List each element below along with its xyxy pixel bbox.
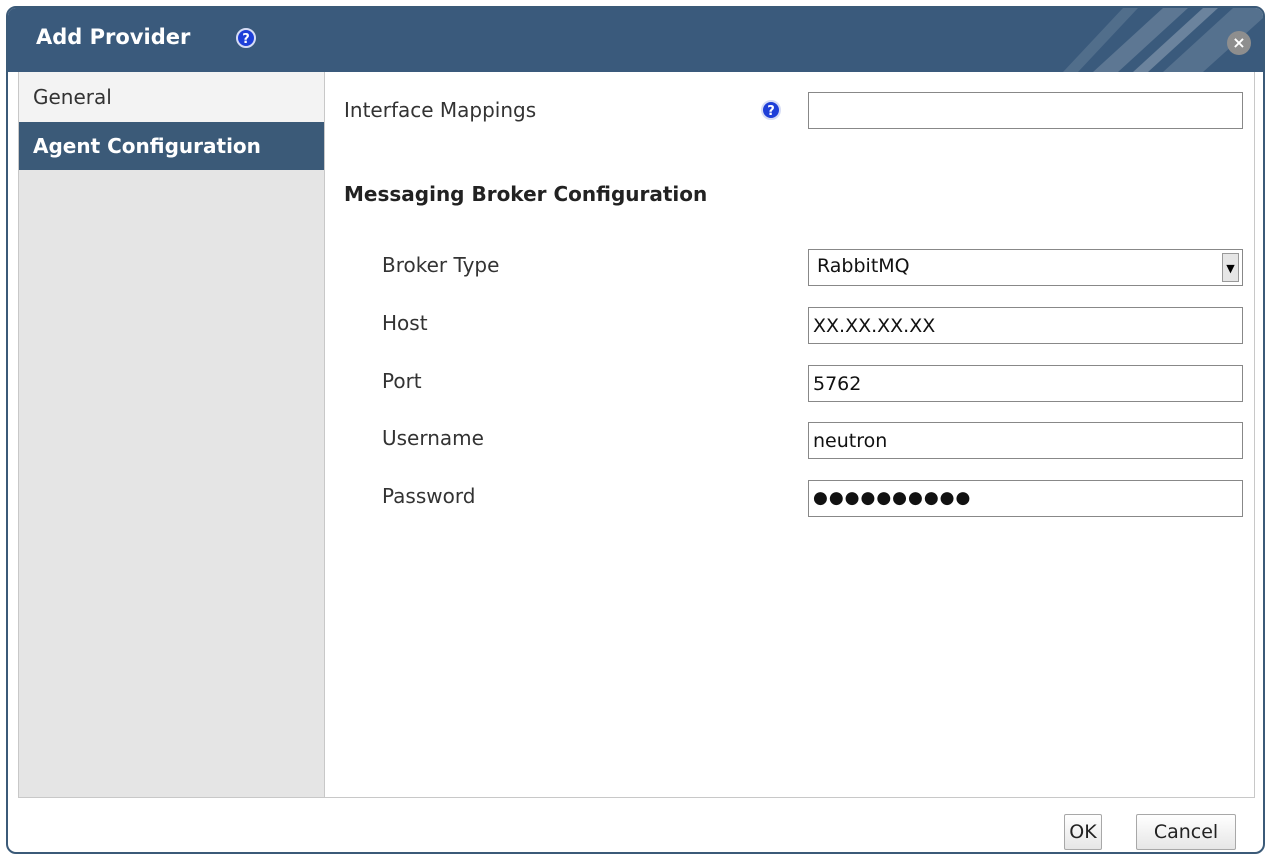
port-input[interactable]: [808, 365, 1243, 402]
dialog-title: Add Provider ?: [36, 25, 256, 49]
help-icon[interactable]: ?: [761, 100, 781, 120]
close-icon[interactable]: ×: [1227, 31, 1251, 55]
password-input[interactable]: ●●●●●●●●●●: [808, 480, 1243, 517]
dialog-titlebar: Add Provider ? ×: [8, 8, 1263, 72]
sidebar-item-general[interactable]: General: [19, 72, 324, 122]
username-input[interactable]: [808, 422, 1243, 459]
titlebar-decoration: [1063, 8, 1263, 72]
chevron-down-icon[interactable]: ▼: [1222, 253, 1239, 282]
interface-mappings-input[interactable]: [808, 92, 1243, 129]
username-label: Username: [382, 426, 484, 450]
cancel-button[interactable]: Cancel: [1136, 814, 1236, 850]
add-provider-dialog: Add Provider ? × General Agent Configura…: [6, 6, 1265, 854]
broker-type-value: RabbitMQ: [817, 255, 910, 277]
agent-configuration-panel: Interface Mappings ? Messaging Broker Co…: [325, 72, 1254, 797]
help-icon[interactable]: ?: [236, 28, 256, 48]
host-input[interactable]: [808, 307, 1243, 344]
password-label: Password: [382, 484, 476, 508]
dialog-body: General Agent Configuration Interface Ma…: [18, 72, 1255, 798]
host-label: Host: [382, 311, 428, 335]
dialog-title-text: Add Provider: [36, 25, 191, 49]
port-label: Port: [382, 369, 422, 393]
interface-mappings-label: Interface Mappings: [344, 98, 537, 122]
sidebar-item-agent-configuration[interactable]: Agent Configuration: [19, 122, 324, 170]
broker-type-select[interactable]: RabbitMQ ▼: [808, 249, 1243, 286]
sidebar: General Agent Configuration: [19, 72, 325, 797]
ok-button[interactable]: OK: [1064, 814, 1102, 850]
broker-type-label: Broker Type: [382, 253, 500, 277]
section-title: Messaging Broker Configuration: [344, 182, 708, 206]
